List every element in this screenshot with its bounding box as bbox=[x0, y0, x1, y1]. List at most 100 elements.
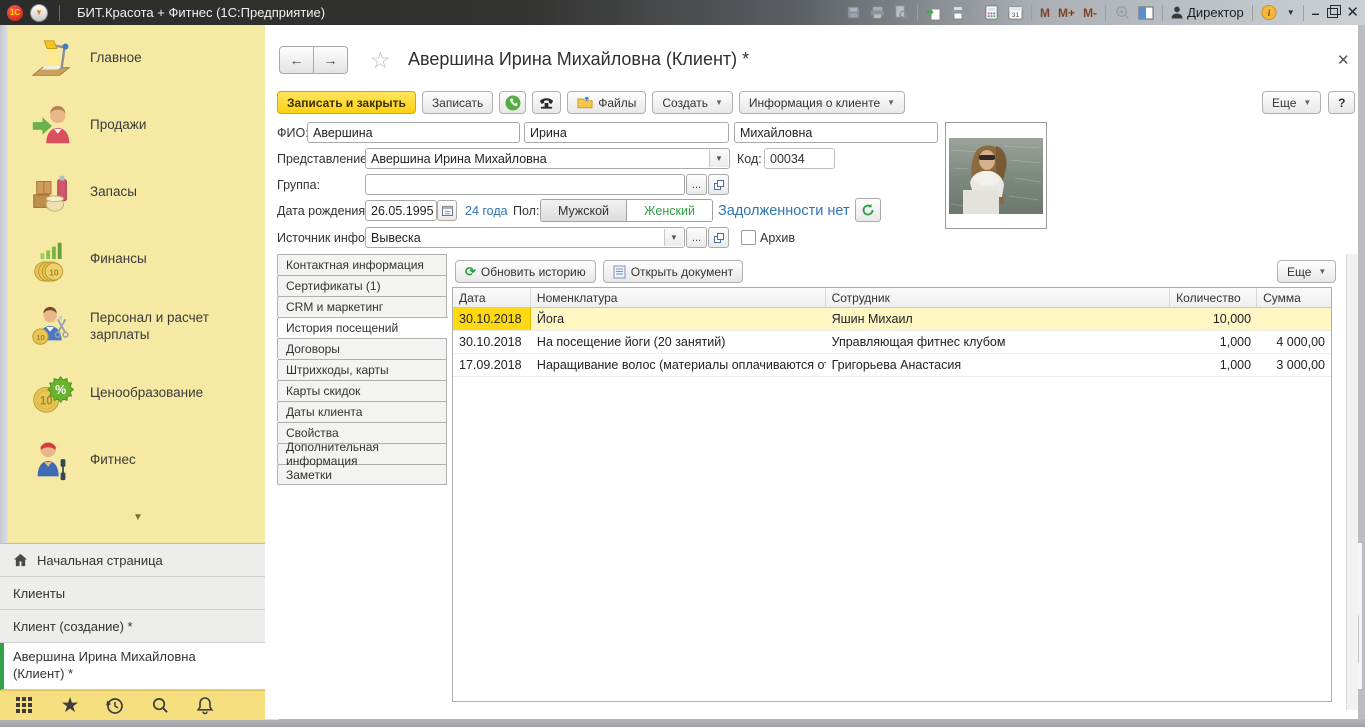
print-document-icon[interactable] bbox=[950, 5, 966, 21]
presentation-field[interactable]: Авершина Ирина Михайловна▼ bbox=[365, 148, 730, 169]
archive-checkbox[interactable] bbox=[741, 230, 756, 245]
column-header-quantity[interactable]: Количество bbox=[1170, 288, 1257, 307]
favorites-star-icon[interactable]: ★ bbox=[59, 695, 81, 717]
cell-nomenclature[interactable]: Наращивание волос (материалы оплачиваютс… bbox=[531, 354, 826, 376]
table-row[interactable]: 30.10.2018 Йога Яшин Михаил 10,000 bbox=[453, 308, 1331, 331]
group-field[interactable] bbox=[365, 174, 685, 195]
tab-visit-history[interactable]: История посещений bbox=[277, 317, 448, 338]
group-select-button[interactable]: ... bbox=[686, 174, 707, 195]
form-close-icon[interactable]: ✕ bbox=[1337, 51, 1350, 69]
cell-sum[interactable]: 4 000,00 bbox=[1257, 331, 1331, 353]
cell-quantity[interactable]: 1,000 bbox=[1170, 331, 1257, 353]
column-header-employee[interactable]: Сотрудник bbox=[826, 288, 1171, 307]
more-button[interactable]: Еще▼ bbox=[1262, 91, 1321, 114]
cell-quantity[interactable]: 1,000 bbox=[1170, 354, 1257, 376]
phone-book-button[interactable] bbox=[532, 91, 561, 114]
print-icon[interactable] bbox=[869, 5, 885, 21]
window-item-clients[interactable]: Клиенты bbox=[0, 577, 265, 610]
column-header-nomenclature[interactable]: Номенклатура bbox=[531, 288, 826, 307]
calendar-icon[interactable]: 31 bbox=[1007, 5, 1023, 21]
sidebar-item-pricing[interactable]: 10% Ценообразование bbox=[8, 360, 265, 427]
files-button[interactable]: Файлы bbox=[567, 91, 646, 114]
client-info-button[interactable]: Информация о клиенте▼ bbox=[739, 91, 905, 114]
source-field[interactable]: Вывеска▼ bbox=[365, 227, 685, 248]
history-more-button[interactable]: Еще▼ bbox=[1277, 260, 1336, 283]
client-photo[interactable] bbox=[945, 122, 1047, 229]
search-icon[interactable] bbox=[149, 695, 171, 717]
save-button[interactable]: Записать bbox=[422, 91, 493, 114]
save-and-close-button[interactable]: Записать и закрыть bbox=[277, 91, 416, 114]
dropdown-button[interactable]: ▼ bbox=[709, 150, 728, 167]
memory-mminus-button[interactable]: M- bbox=[1083, 6, 1097, 20]
tab-contracts[interactable]: Договоры bbox=[277, 338, 447, 359]
debt-status-text[interactable]: Задолженности нет bbox=[718, 203, 850, 219]
cell-sum[interactable]: 3 000,00 bbox=[1257, 354, 1331, 376]
debt-refresh-button[interactable] bbox=[855, 198, 881, 222]
column-header-date[interactable]: Дата bbox=[453, 288, 531, 307]
tab-additional-info[interactable]: Дополнительная информация bbox=[277, 443, 447, 464]
close-window-button[interactable]: ✕ bbox=[1346, 5, 1359, 20]
tab-crm-marketing[interactable]: CRM и маркетинг bbox=[277, 296, 447, 317]
split-window-icon[interactable] bbox=[1138, 5, 1154, 21]
window-item-client-avershina[interactable]: Авершина Ирина Михайловна (Клиент) * bbox=[0, 643, 265, 690]
memory-m-button[interactable]: M bbox=[1040, 6, 1050, 20]
gender-female-button[interactable]: Женский bbox=[627, 200, 712, 221]
cell-quantity[interactable]: 10,000 bbox=[1170, 308, 1257, 330]
app-logo-1c-icon[interactable]: 1С bbox=[7, 5, 23, 21]
cell-nomenclature[interactable]: На посещение йоги (20 занятий) bbox=[531, 331, 826, 353]
create-button[interactable]: Создать▼ bbox=[652, 91, 733, 114]
first-name-field[interactable]: Ирина bbox=[524, 122, 729, 143]
notifications-bell-icon[interactable] bbox=[194, 695, 216, 717]
forward-arrow-button[interactable]: → bbox=[314, 46, 348, 74]
window-item-new-client[interactable]: Клиент (создание) * bbox=[0, 610, 265, 643]
tab-discount-cards[interactable]: Карты скидок bbox=[277, 380, 447, 401]
print-preview-icon[interactable] bbox=[893, 5, 909, 21]
call-green-phone-button[interactable] bbox=[499, 91, 526, 114]
cell-date[interactable]: 17.09.2018 bbox=[453, 354, 531, 376]
calendar-picker-button[interactable] bbox=[437, 200, 457, 221]
age-link[interactable]: 24 года bbox=[465, 204, 508, 218]
history-clock-icon[interactable] bbox=[104, 695, 126, 717]
save-icon[interactable] bbox=[845, 5, 861, 21]
cell-employee[interactable]: Управляющая фитнес клубом bbox=[826, 331, 1171, 353]
zoom-icon[interactable] bbox=[1114, 5, 1130, 21]
code-field[interactable]: 00034 bbox=[764, 148, 835, 169]
sidebar-item-main[interactable]: Главное bbox=[8, 25, 265, 92]
tab-client-dates[interactable]: Даты клиента bbox=[277, 401, 447, 422]
column-header-sum[interactable]: Сумма bbox=[1257, 288, 1331, 307]
cell-nomenclature[interactable]: Йога bbox=[531, 308, 826, 330]
sidebar-item-hr-payroll[interactable]: 10 Персонал и расчет зарплаты bbox=[8, 293, 265, 360]
memory-mplus-button[interactable]: M+ bbox=[1058, 6, 1075, 20]
favorite-star-icon[interactable]: ☆ bbox=[370, 47, 391, 74]
cell-employee[interactable]: Яшин Михаил bbox=[826, 308, 1171, 330]
help-button[interactable]: ? bbox=[1328, 91, 1355, 114]
last-name-field[interactable]: Авершина bbox=[307, 122, 520, 143]
refresh-history-button[interactable]: ⟳Обновить историю bbox=[455, 260, 596, 283]
birth-date-field[interactable]: 26.05.1995 bbox=[365, 200, 437, 221]
source-select-button[interactable]: ... bbox=[686, 227, 707, 248]
window-item-home[interactable]: Начальная страница bbox=[0, 544, 265, 577]
form-scrollbar[interactable] bbox=[1346, 254, 1358, 710]
info-icon[interactable]: i bbox=[1261, 5, 1277, 21]
open-document-button[interactable]: Открыть документ bbox=[603, 260, 743, 283]
cell-employee[interactable]: Григорьева Анастасия bbox=[826, 354, 1171, 376]
post-document-icon[interactable] bbox=[926, 5, 942, 21]
sidebar-item-finance[interactable]: 10 Финансы bbox=[8, 226, 265, 293]
tab-certificates[interactable]: Сертификаты (1) bbox=[277, 275, 447, 296]
cell-date[interactable]: 30.10.2018 bbox=[453, 308, 531, 330]
source-open-button[interactable] bbox=[708, 227, 729, 248]
calculator-icon[interactable] bbox=[983, 5, 999, 21]
minimize-button[interactable]: – bbox=[1312, 6, 1320, 20]
gender-male-button[interactable]: Мужской bbox=[541, 200, 627, 221]
middle-name-field[interactable]: Михайловна bbox=[734, 122, 938, 143]
info-dropdown-caret[interactable]: ▼ bbox=[1287, 8, 1295, 17]
tab-barcodes-cards[interactable]: Штрихкоды, карты bbox=[277, 359, 447, 380]
cell-date[interactable]: 30.10.2018 bbox=[453, 331, 531, 353]
sections-scrollbar[interactable] bbox=[0, 25, 8, 543]
sidebar-item-sales[interactable]: Продажи bbox=[8, 92, 265, 159]
table-row[interactable]: 17.09.2018 Наращивание волос (материалы … bbox=[453, 354, 1331, 377]
main-menu-dropdown[interactable]: ▼ bbox=[30, 4, 48, 22]
back-arrow-button[interactable]: ← bbox=[279, 46, 314, 74]
sidebar-item-inventory[interactable]: Запасы bbox=[8, 159, 265, 226]
current-user[interactable]: Директор bbox=[1171, 5, 1244, 20]
